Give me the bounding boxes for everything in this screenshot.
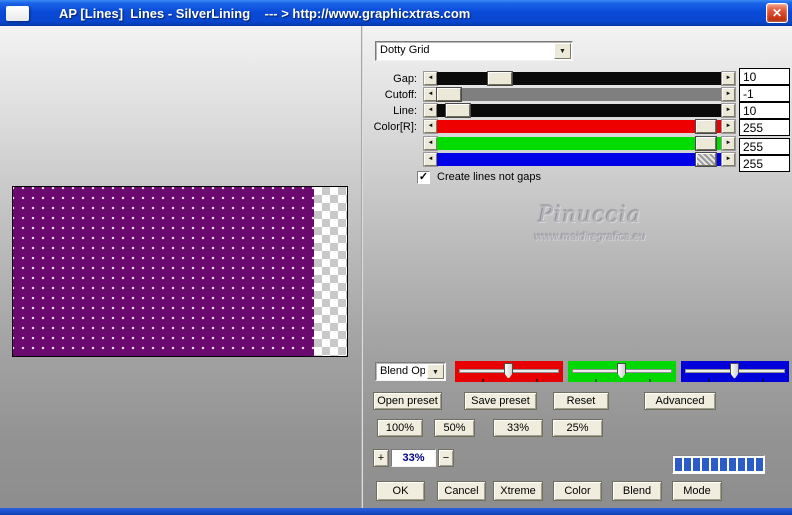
blend-button[interactable]: Blend bbox=[612, 481, 662, 501]
progress-segment bbox=[684, 458, 691, 471]
progress-segment bbox=[747, 458, 754, 471]
cutoff-slider[interactable]: Cutoff: ◄ ► bbox=[369, 88, 736, 102]
line-label: Line: bbox=[393, 105, 417, 117]
open-preset-button[interactable]: Open preset bbox=[373, 392, 442, 410]
gap-thumb[interactable] bbox=[488, 72, 513, 85]
ok-button[interactable]: OK bbox=[376, 481, 425, 501]
gap-label: Gap: bbox=[393, 73, 417, 85]
zoom-50-button[interactable]: 50% bbox=[434, 419, 475, 437]
title-bar[interactable]: AP [Lines] Lines - SilverLining --- > ht… bbox=[0, 0, 792, 26]
line-arrow-right-icon[interactable]: ► bbox=[722, 104, 735, 117]
progress-segment bbox=[720, 458, 727, 471]
panel-divider bbox=[361, 26, 363, 508]
progress-segment bbox=[729, 458, 736, 471]
blend-options-value: Blend Optio bbox=[380, 365, 425, 377]
gap-track[interactable] bbox=[437, 72, 722, 85]
color-r-thumb[interactable] bbox=[696, 120, 717, 133]
zoom-33-button[interactable]: 33% bbox=[493, 419, 543, 437]
advanced-button[interactable]: Advanced bbox=[644, 392, 716, 410]
plugin-dialog-window: AP [Lines] Lines - SilverLining --- > ht… bbox=[0, 0, 792, 515]
line-slider[interactable]: Line: ◄ ► bbox=[369, 104, 736, 118]
preview-dotty-grid-pattern bbox=[13, 187, 315, 356]
window-bottom-border bbox=[0, 508, 792, 515]
preview-image[interactable] bbox=[12, 186, 348, 357]
cutoff-arrow-left-icon[interactable]: ◄ bbox=[424, 88, 437, 101]
zoom-out-button[interactable]: − bbox=[438, 449, 454, 467]
cutoff-arrow-right-icon[interactable]: ► bbox=[722, 88, 735, 101]
color-b-thumb[interactable] bbox=[696, 153, 717, 166]
blend-green-slider[interactable] bbox=[568, 361, 676, 382]
color-b-arrow-left-icon[interactable]: ◄ bbox=[424, 153, 437, 166]
watermark: Pinuccia www.maidiregrafica.eu bbox=[470, 203, 710, 243]
blend-red-thumb[interactable] bbox=[504, 363, 513, 379]
color-b-slider[interactable]: ◄ ► bbox=[369, 153, 736, 167]
blend-blue-thumb[interactable] bbox=[730, 363, 739, 379]
color-button[interactable]: Color bbox=[553, 481, 602, 501]
color-b-track[interactable] bbox=[437, 153, 722, 166]
effect-preset-dropdown[interactable]: Dotty Grid ▼ bbox=[375, 41, 573, 61]
progress-segment bbox=[738, 458, 745, 471]
gap-arrow-left-icon[interactable]: ◄ bbox=[424, 72, 437, 85]
app-icon bbox=[6, 5, 29, 21]
progress-segment bbox=[693, 458, 700, 471]
line-thumb[interactable] bbox=[445, 104, 470, 117]
zoom-100-button[interactable]: 100% bbox=[377, 419, 423, 437]
color-g-arrow-right-icon[interactable]: ► bbox=[722, 137, 735, 150]
cutoff-label: Cutoff: bbox=[384, 89, 417, 101]
color-g-arrow-left-icon[interactable]: ◄ bbox=[424, 137, 437, 150]
create-lines-checkbox[interactable]: ✓ bbox=[417, 171, 430, 184]
color-g-track[interactable] bbox=[437, 137, 722, 150]
close-button[interactable]: ✕ bbox=[766, 3, 788, 23]
cutoff-thumb[interactable] bbox=[437, 88, 461, 101]
line-value-field[interactable] bbox=[739, 102, 790, 119]
zoom-25-button[interactable]: 25% bbox=[552, 419, 603, 437]
blend-blue-slider[interactable] bbox=[681, 361, 789, 382]
zoom-in-button[interactable]: + bbox=[373, 449, 389, 467]
line-arrow-left-icon[interactable]: ◄ bbox=[424, 104, 437, 117]
cutoff-track[interactable] bbox=[437, 88, 722, 101]
progress-segment bbox=[675, 458, 682, 471]
watermark-site: www.maidiregrafica.eu bbox=[534, 231, 646, 243]
create-lines-label: Create lines not gaps bbox=[437, 171, 541, 183]
progress-bar bbox=[672, 455, 765, 474]
zoom-level-display: 33% bbox=[391, 449, 436, 467]
progress-segment bbox=[756, 458, 763, 471]
gap-arrow-right-icon[interactable]: ► bbox=[722, 72, 735, 85]
reset-button[interactable]: Reset bbox=[553, 392, 609, 410]
gap-slider[interactable]: Gap: ◄ ► bbox=[369, 72, 736, 86]
color-r-label: Color[R]: bbox=[373, 121, 417, 133]
progress-segment bbox=[702, 458, 709, 471]
color-b-value-field[interactable] bbox=[739, 155, 790, 172]
color-r-arrow-left-icon[interactable]: ◄ bbox=[424, 120, 437, 133]
color-r-arrow-right-icon[interactable]: ► bbox=[722, 120, 735, 133]
color-g-value-field[interactable] bbox=[739, 138, 790, 155]
color-r-track[interactable] bbox=[437, 120, 722, 133]
xtreme-button[interactable]: Xtreme bbox=[493, 481, 543, 501]
blend-red-slider[interactable] bbox=[455, 361, 563, 382]
chevron-down-icon[interactable]: ▼ bbox=[554, 43, 571, 59]
chevron-down-icon[interactable]: ▼ bbox=[427, 364, 444, 379]
line-track[interactable] bbox=[437, 104, 722, 117]
mode-button[interactable]: Mode bbox=[672, 481, 722, 501]
blend-options-dropdown[interactable]: Blend Optio ▼ bbox=[375, 362, 446, 381]
color-b-arrow-right-icon[interactable]: ► bbox=[722, 153, 735, 166]
save-preset-button[interactable]: Save preset bbox=[464, 392, 537, 410]
cancel-button[interactable]: Cancel bbox=[437, 481, 486, 501]
color-g-slider[interactable]: ◄ ► bbox=[369, 137, 736, 151]
color-g-thumb[interactable] bbox=[696, 137, 717, 150]
preview-transparency-checker bbox=[314, 187, 347, 356]
color-r-value-field[interactable] bbox=[739, 119, 790, 136]
window-title: AP [Lines] Lines - SilverLining --- > ht… bbox=[59, 5, 471, 21]
cutoff-value-field[interactable] bbox=[739, 85, 790, 102]
watermark-name: Pinuccia bbox=[538, 203, 642, 228]
color-r-slider[interactable]: Color[R]: ◄ ► bbox=[369, 120, 736, 134]
gap-value-field[interactable] bbox=[739, 68, 790, 85]
effect-preset-value: Dotty Grid bbox=[380, 44, 430, 56]
progress-segment bbox=[711, 458, 718, 471]
blend-green-thumb[interactable] bbox=[617, 363, 626, 379]
